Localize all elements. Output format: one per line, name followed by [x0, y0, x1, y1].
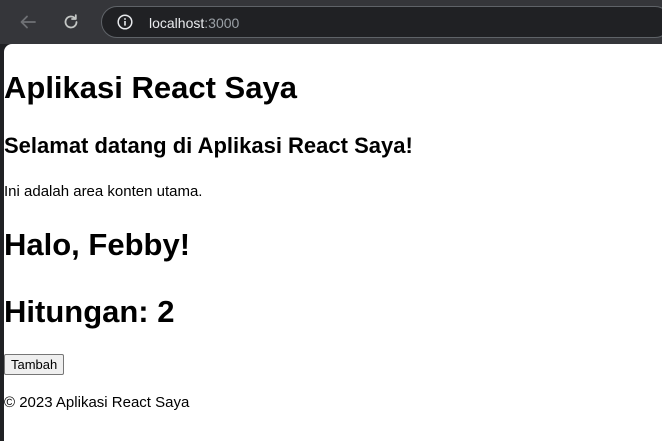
back-button[interactable] — [15, 9, 41, 35]
counter-value: 2 — [157, 294, 175, 329]
app-title: Aplikasi React Saya — [4, 70, 297, 105]
info-icon[interactable] — [117, 14, 133, 30]
url-port: :3000 — [204, 15, 240, 31]
add-button[interactable]: Tambah — [4, 354, 65, 375]
counter-label: Hitungan: — [4, 294, 158, 329]
reload-button[interactable] — [58, 9, 84, 35]
reload-icon — [64, 14, 78, 29]
footer-text: © 2023 Aplikasi React Saya — [4, 394, 190, 411]
main-content-text: Ini adalah area konten utama. — [4, 183, 203, 200]
page-viewport: Aplikasi React Saya Selamat datang di Ap… — [4, 44, 662, 441]
welcome-heading: Selamat datang di Aplikasi React Saya! — [4, 133, 413, 158]
browser-toolbar: localhost:3000 — [0, 0, 662, 44]
url-host: localhost — [149, 15, 205, 31]
arrow-left-icon — [20, 15, 36, 29]
url-text[interactable]: localhost:3000 — [149, 15, 239, 31]
greeting-heading: Halo, Febby! — [4, 227, 191, 262]
counter-heading: Hitungan: 2 — [4, 294, 175, 330]
address-bar[interactable]: localhost:3000 — [101, 6, 662, 38]
